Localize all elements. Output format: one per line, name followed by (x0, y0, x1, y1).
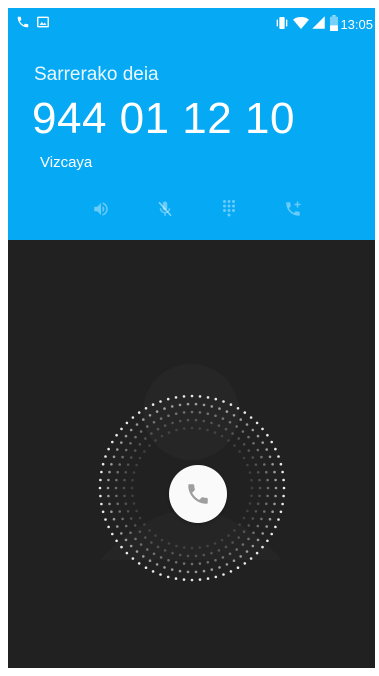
mute-icon[interactable] (150, 194, 180, 224)
wifi-icon (293, 15, 309, 36)
battery-icon (329, 15, 339, 36)
incoming-call-screen: 13:05 Sarrerako deia 944 01 12 10 Vizcay… (8, 8, 375, 668)
signal-icon (311, 15, 326, 35)
call-header: 13:05 Sarrerako deia 944 01 12 10 Vizcay… (8, 8, 375, 240)
status-bar: 13:05 (8, 8, 375, 38)
add-call-icon[interactable] (278, 194, 308, 224)
gallery-icon (36, 15, 50, 34)
caller-location: Vizcaya (40, 154, 93, 171)
speaker-icon[interactable] (86, 194, 116, 224)
call-state-label: Sarrerako deia (34, 64, 159, 85)
status-time: 13:05 (340, 17, 373, 32)
vibrate-icon (274, 15, 290, 36)
phone-call-icon (16, 15, 30, 34)
phone-answer-icon (188, 484, 208, 504)
answer-button[interactable] (169, 465, 227, 523)
caller-number: 944 01 12 10 (32, 94, 295, 143)
dialpad-icon[interactable] (214, 194, 244, 224)
in-call-controls (8, 194, 375, 228)
